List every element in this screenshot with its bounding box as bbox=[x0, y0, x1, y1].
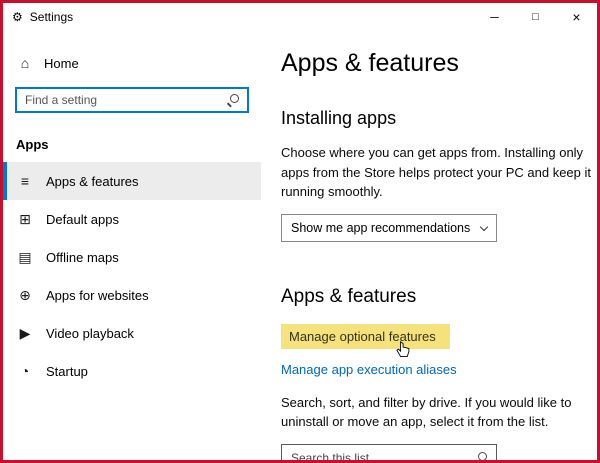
search-icon bbox=[475, 451, 487, 460]
maximize-button[interactable]: □ bbox=[515, 3, 556, 31]
minimize-button[interactable]: ─ bbox=[474, 3, 515, 31]
sidebar-item-startup[interactable]: ◔ Startup bbox=[3, 352, 261, 390]
apps-list-description: Search, sort, and filter by drive. If yo… bbox=[281, 394, 572, 430]
installing-apps-heading: Installing apps bbox=[281, 108, 397, 128]
manage-optional-features-link[interactable]: Manage optional features bbox=[281, 323, 450, 357]
apps-for-websites-icon: ⊕ bbox=[19, 286, 31, 303]
app-recommendations-dropdown[interactable]: Show me app recommendations bbox=[281, 213, 497, 242]
close-button[interactable]: × bbox=[556, 3, 597, 31]
sidebar-item-label: Default apps bbox=[46, 211, 119, 227]
sidebar-item-apps-features[interactable]: ≡ Apps & features bbox=[3, 162, 261, 200]
startup-icon: ◔ bbox=[20, 363, 30, 379]
sidebar-item-label: Apps for websites bbox=[46, 287, 149, 303]
settings-search-box[interactable] bbox=[15, 87, 249, 113]
sidebar-item-home[interactable]: ⌂ Home bbox=[3, 45, 261, 81]
gear-icon: ⚙ bbox=[12, 10, 23, 24]
settings-search-input[interactable] bbox=[25, 93, 227, 107]
manage-app-execution-aliases-link[interactable]: Manage app execution aliases bbox=[281, 362, 457, 377]
chevron-down-icon bbox=[479, 222, 489, 231]
sidebar-item-offline-maps[interactable]: ▤ Offline maps bbox=[3, 238, 261, 276]
title-bar: ⚙ Settings ─ □ × bbox=[3, 3, 597, 31]
sidebar-item-label: Apps & features bbox=[46, 173, 139, 189]
sidebar-home-label: Home bbox=[44, 55, 79, 71]
sidebar-item-label: Video playback bbox=[46, 325, 134, 341]
dropdown-selected-value: Show me app recommendations bbox=[291, 220, 471, 235]
window-title: Settings bbox=[29, 10, 74, 24]
main-content: Apps & features Installing apps Choose w… bbox=[261, 31, 597, 460]
page-title: Apps & features bbox=[281, 49, 459, 77]
sidebar-item-label: Startup bbox=[46, 363, 88, 379]
installing-apps-description: Choose where you can get apps from. Inst… bbox=[281, 145, 592, 199]
home-icon: ⌂ bbox=[20, 55, 30, 71]
sidebar: ⌂ Home Apps ≡ Apps & features ⊞ Default … bbox=[3, 31, 261, 460]
app-list-search-box[interactable] bbox=[281, 443, 497, 460]
offline-maps-icon: ▤ bbox=[18, 248, 32, 265]
default-apps-icon: ⊞ bbox=[19, 210, 31, 227]
cursor-icon bbox=[396, 340, 410, 357]
settings-window: ⚙ Settings ─ □ × ⌂ Home Apps ≡ Apps & fe… bbox=[0, 0, 600, 463]
apps-features-icon: ≡ bbox=[20, 173, 30, 189]
search-icon bbox=[227, 94, 239, 106]
sidebar-item-label: Offline maps bbox=[46, 249, 119, 265]
app-list-search-input[interactable] bbox=[291, 450, 475, 460]
window-controls: ─ □ × bbox=[474, 3, 597, 31]
sidebar-section-label: Apps bbox=[16, 137, 49, 152]
sidebar-item-default-apps[interactable]: ⊞ Default apps bbox=[3, 200, 261, 238]
apps-features-heading: Apps & features bbox=[281, 285, 417, 307]
video-playback-icon: ▶ bbox=[19, 324, 31, 341]
sidebar-item-video-playback[interactable]: ▶ Video playback bbox=[3, 314, 261, 352]
sidebar-item-apps-for-websites[interactable]: ⊕ Apps for websites bbox=[3, 276, 261, 314]
manage-optional-features-label: Manage optional features bbox=[289, 328, 436, 344]
